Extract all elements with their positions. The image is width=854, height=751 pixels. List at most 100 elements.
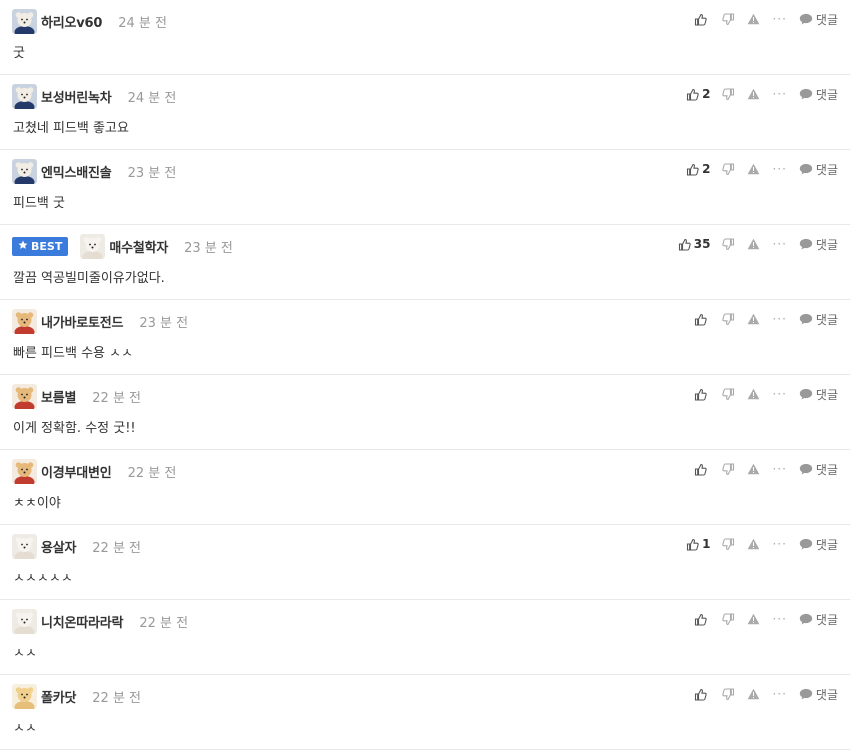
reply-button[interactable]: 댓글 (799, 86, 838, 103)
warning-icon (747, 463, 760, 475)
like-count: 35 (693, 237, 711, 251)
more-button[interactable]: ··· (772, 612, 786, 626)
author-name[interactable]: 매수철학자 (109, 237, 168, 256)
author-name[interactable]: 용살자 (41, 537, 76, 556)
like-button[interactable]: 1 (686, 537, 710, 551)
avatar[interactable] (12, 608, 37, 634)
dislike-button[interactable] (722, 537, 735, 551)
reply-button[interactable]: 댓글 (799, 386, 838, 403)
thumbs-up-icon (678, 238, 691, 251)
comment-header: 니치온따라라락 22 분 전 (12, 608, 188, 634)
speech-bubble-icon (799, 613, 813, 625)
more-button[interactable]: ··· (772, 462, 786, 476)
report-button[interactable] (747, 88, 760, 100)
report-button[interactable] (747, 163, 760, 175)
author-name[interactable]: 폴카닷 (41, 687, 76, 706)
report-button[interactable] (747, 463, 760, 475)
reply-label: 댓글 (815, 687, 838, 702)
more-button[interactable]: ··· (772, 687, 786, 701)
like-button[interactable]: 35 (678, 237, 711, 251)
like-button[interactable]: 2 (686, 162, 710, 176)
reply-button[interactable]: 댓글 (799, 161, 838, 178)
thumbs-down-icon (722, 387, 735, 401)
reply-button[interactable]: 댓글 (799, 311, 838, 328)
comment-text: ㅊㅊ이야 (13, 496, 61, 511)
like-button[interactable] (694, 688, 710, 701)
author-name[interactable]: 내가바로토전드 (41, 312, 124, 331)
author-name[interactable]: 엔믹스배진솔 (41, 162, 112, 181)
avatar[interactable] (12, 683, 37, 709)
avatar[interactable] (12, 158, 37, 184)
comment-actions: ··· 댓글 (682, 310, 838, 328)
more-button[interactable]: ··· (772, 387, 786, 401)
more-button[interactable]: ··· (772, 87, 786, 101)
author-name[interactable]: 하리오v60 (41, 12, 102, 31)
avatar[interactable] (12, 8, 37, 34)
comment-item: 용살자 22 분 전 ㅅㅅㅅㅅㅅ 1 ··· 댓글 (0, 525, 850, 600)
dislike-button[interactable] (722, 387, 735, 401)
author-name[interactable]: 보성버린녹차 (41, 87, 112, 106)
comment-text: 고쳤네 피드백 좋고요 (13, 121, 129, 136)
reply-button[interactable]: 댓글 (799, 536, 838, 553)
more-button[interactable]: ··· (772, 237, 786, 251)
comment-header: 보름별 22 분 전 (12, 383, 141, 409)
avatar[interactable] (12, 383, 37, 409)
thumbs-down-icon (722, 537, 735, 551)
more-button[interactable]: ··· (772, 162, 786, 176)
reply-label: 댓글 (815, 387, 838, 402)
thumbs-down-icon (722, 687, 735, 701)
thumbs-up-icon (694, 463, 708, 476)
speech-bubble-icon (799, 688, 813, 700)
more-button[interactable]: ··· (772, 537, 786, 551)
dislike-button[interactable] (722, 162, 735, 176)
more-button[interactable]: ··· (772, 312, 786, 326)
report-button[interactable] (747, 538, 760, 550)
comment-item: 엔믹스배진솔 23 분 전 피드백 굿 2 ··· 댓글 (0, 150, 850, 225)
like-button[interactable] (694, 388, 710, 401)
report-button[interactable] (747, 313, 760, 325)
dislike-button[interactable] (722, 462, 735, 476)
comment-time: 22 분 전 (92, 540, 142, 556)
report-button[interactable] (747, 688, 760, 700)
report-button[interactable] (747, 13, 760, 25)
reply-button[interactable]: 댓글 (799, 461, 838, 478)
avatar[interactable] (12, 458, 37, 484)
reply-button[interactable]: 댓글 (799, 236, 838, 253)
warning-icon (747, 538, 760, 550)
reply-button[interactable]: 댓글 (799, 611, 838, 628)
speech-bubble-icon (799, 538, 813, 550)
author-name[interactable]: 니치온따라라락 (41, 612, 124, 631)
warning-icon (747, 313, 760, 325)
comment-actions: 2 ··· 댓글 (674, 160, 838, 178)
avatar[interactable] (80, 233, 106, 259)
author-name[interactable]: 이경부대변인 (41, 462, 112, 481)
like-button[interactable] (694, 463, 710, 476)
dislike-button[interactable] (722, 312, 735, 326)
reply-button[interactable]: 댓글 (799, 686, 838, 703)
like-button[interactable]: 2 (686, 87, 710, 101)
like-button[interactable] (694, 13, 710, 26)
comment-time: 23 분 전 (184, 240, 233, 256)
like-button[interactable] (694, 313, 710, 326)
avatar[interactable] (12, 83, 37, 109)
dislike-button[interactable] (722, 687, 735, 701)
dislike-button[interactable] (722, 237, 735, 251)
comment-time: 22 분 전 (127, 465, 177, 481)
report-button[interactable] (747, 613, 760, 625)
avatar[interactable] (12, 308, 37, 334)
comment-header: 하리오v60 24 분 전 (12, 8, 167, 34)
report-button[interactable] (747, 388, 760, 400)
dislike-button[interactable] (722, 87, 735, 101)
author-name[interactable]: 보름별 (41, 387, 76, 406)
avatar[interactable] (12, 533, 37, 559)
comment-time: 24 분 전 (127, 90, 177, 106)
thumbs-up-icon (694, 313, 708, 326)
more-button[interactable]: ··· (772, 12, 786, 26)
dislike-button[interactable] (722, 12, 735, 26)
speech-bubble-icon (799, 313, 813, 325)
comment-time: 24 분 전 (118, 15, 167, 31)
like-button[interactable] (694, 613, 710, 626)
report-button[interactable] (747, 238, 760, 250)
dislike-button[interactable] (722, 612, 735, 626)
reply-button[interactable]: 댓글 (799, 11, 838, 28)
